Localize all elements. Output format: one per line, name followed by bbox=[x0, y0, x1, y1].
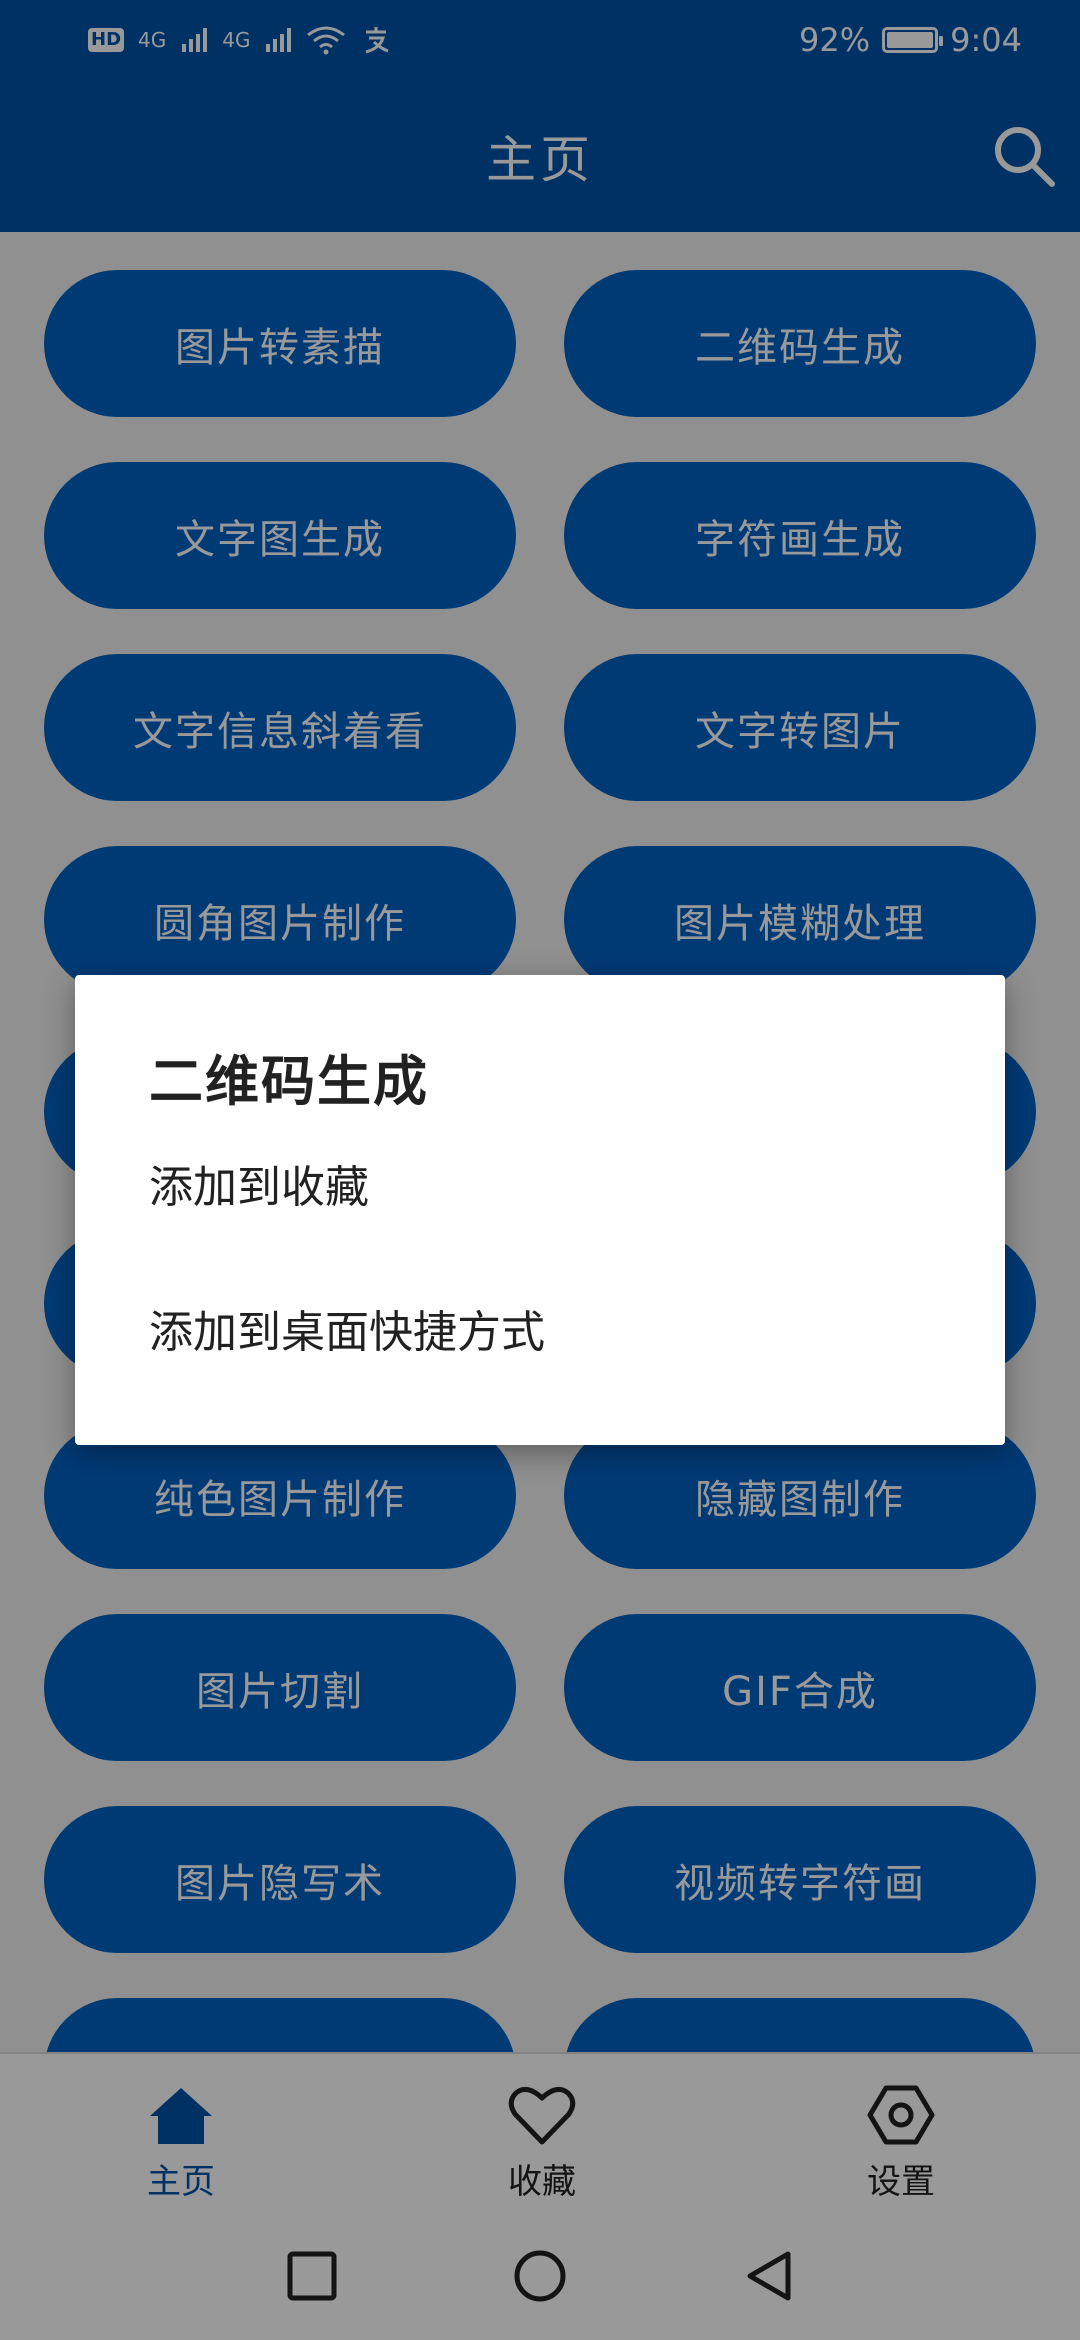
dialog-title: 二维码生成 bbox=[149, 1050, 429, 1113]
add-desktop-shortcut-option[interactable]: 添加到桌面快捷方式 bbox=[75, 1263, 1005, 1393]
add-to-favorites-option[interactable]: 添加到收藏 bbox=[75, 1118, 1005, 1248]
app-screen: HD 4G 4G 92% 9:04 主页 图片转素描 二维码生成 文字图生成 字… bbox=[0, 0, 1080, 2340]
context-dialog: 二维码生成 添加到收藏 添加到桌面快捷方式 bbox=[75, 975, 1005, 1445]
